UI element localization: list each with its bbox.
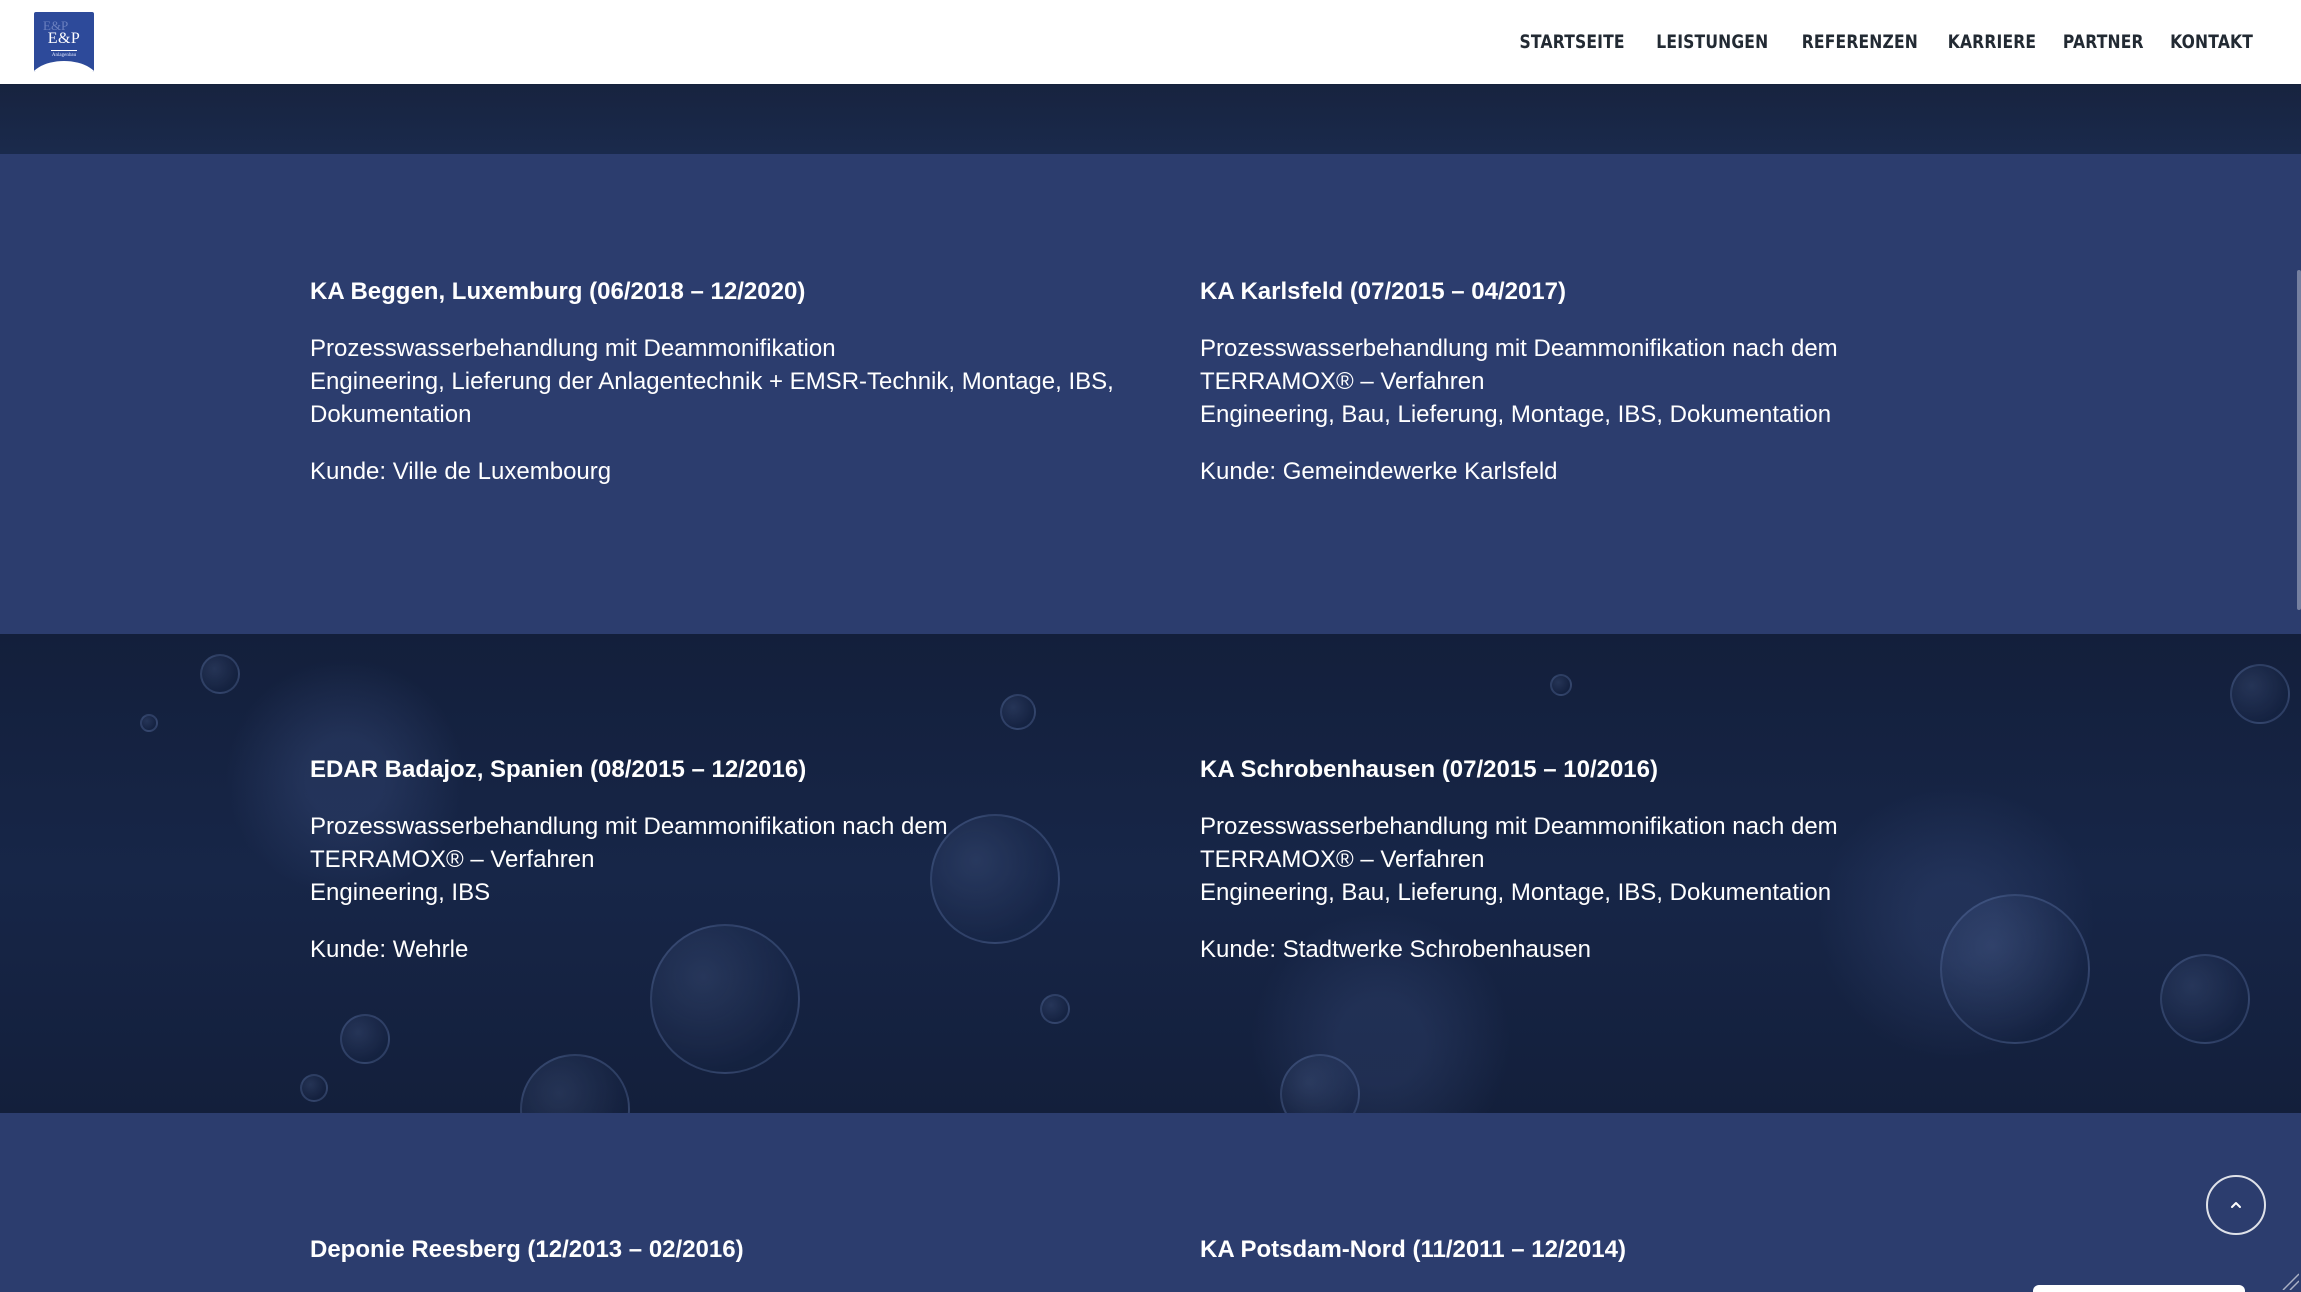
reference-row-2: EDAR Badajoz, Spanien (08/2015 – 12/2016… — [0, 634, 2301, 1113]
reference-description: Prozesswasserbehandlung mit Deammonifika… — [310, 810, 1010, 909]
reference-title: KA Schrobenhausen (07/2015 – 10/2016) — [1200, 756, 1658, 783]
reference-title: KA Potsdam-Nord (11/2011 – 12/2014) — [1200, 1236, 1626, 1263]
page-scrollbar[interactable] — [2297, 270, 2301, 610]
bubble-decoration — [2160, 954, 2250, 1044]
reference-card: KA Beggen, Luxemburg (06/2018 – 12/2020)… — [310, 276, 1130, 488]
reference-description: Prozesswasserbehandlung mit Deammonifika… — [310, 332, 1130, 431]
reference-card: Deponie Reesberg (12/2013 – 02/2016) — [310, 1234, 1130, 1266]
bubble-decoration — [1940, 894, 2090, 1044]
bubble-decoration — [2230, 664, 2290, 724]
reference-line: Prozesswasserbehandlung mit Deammonifika… — [310, 335, 836, 362]
bubble-decoration — [300, 1074, 328, 1102]
nav-item-referenzen[interactable]: Referenzen — [1801, 31, 1917, 53]
reference-description: Prozesswasserbehandlung mit Deammonifika… — [1200, 810, 1900, 909]
logo-text: E&P — [47, 30, 81, 47]
main-navigation: Startseite Leistungen Referenzen Karrier… — [1516, 0, 2254, 84]
reference-description: Prozesswasserbehandlung mit Deammonifika… — [1200, 332, 1900, 431]
reference-line: Engineering, Lieferung der Anlagentechni… — [310, 368, 1114, 428]
logo-wave-shape — [34, 61, 94, 72]
reference-client: Kunde: Stadtwerke Schrobenhausen — [1200, 936, 1591, 963]
bubble-decoration — [1280, 1054, 1360, 1113]
site-header: E&P E&P Anlagenbau Startseite Leistungen… — [0, 0, 2301, 84]
company-logo[interactable]: E&P E&P Anlagenbau — [34, 12, 94, 72]
reference-line: Engineering, Bau, Lieferung, Montage, IB… — [1200, 401, 1832, 428]
bubble-decoration — [1550, 674, 1572, 696]
reference-title: Deponie Reesberg (12/2013 – 02/2016) — [310, 1236, 744, 1263]
logo-subtext: Anlagenbau — [51, 53, 77, 58]
reference-title: KA Beggen, Luxemburg (06/2018 – 12/2020) — [310, 278, 806, 305]
reference-card: KA Potsdam-Nord (11/2011 – 12/2014) — [1200, 1234, 2020, 1266]
bubble-decoration — [1040, 994, 1070, 1024]
reference-client: Kunde: Gemeindewerke Karlsfeld — [1200, 458, 1558, 485]
bubble-decoration — [200, 654, 240, 694]
nav-item-kontakt[interactable]: Kontakt — [2170, 31, 2253, 53]
reference-line: Prozesswasserbehandlung mit Deammonifika… — [310, 813, 948, 873]
bubble-decoration — [1000, 694, 1036, 730]
reference-client: Kunde: Wehrle — [310, 936, 469, 963]
bubble-decoration — [520, 1054, 630, 1113]
reference-line: Prozesswasserbehandlung mit Deammonifika… — [1200, 335, 1838, 395]
reference-title: KA Karlsfeld (07/2015 – 04/2017) — [1200, 278, 1566, 305]
scroll-to-top-button[interactable] — [2206, 1175, 2266, 1235]
reference-row-3: Deponie Reesberg (12/2013 – 02/2016) KA … — [0, 1113, 2301, 1292]
bubble-decoration — [140, 714, 158, 732]
reference-line: Prozesswasserbehandlung mit Deammonifika… — [1200, 813, 1838, 873]
nav-item-leistungen[interactable]: Leistungen — [1656, 31, 1768, 53]
reference-card: KA Schrobenhausen (07/2015 – 10/2016) Pr… — [1200, 754, 1900, 966]
reference-line: Engineering, IBS — [310, 879, 491, 906]
reference-card: KA Karlsfeld (07/2015 – 04/2017) Prozess… — [1200, 276, 1900, 488]
hero-band-bottom — [0, 84, 2301, 154]
bottom-widget-tab[interactable] — [2033, 1285, 2245, 1292]
nav-item-partner[interactable]: Partner — [2063, 31, 2144, 53]
reference-client: Kunde: Ville de Luxembourg — [310, 458, 612, 485]
nav-item-karriere[interactable]: Karriere — [1948, 31, 2037, 53]
reference-card: EDAR Badajoz, Spanien (08/2015 – 12/2016… — [310, 754, 1010, 966]
logo-divider — [51, 50, 77, 51]
reference-title: EDAR Badajoz, Spanien (08/2015 – 12/2016… — [310, 756, 807, 783]
resize-corner-icon — [2282, 1273, 2299, 1290]
nav-item-startseite[interactable]: Startseite — [1519, 31, 1624, 53]
bubble-decoration — [340, 1014, 390, 1064]
reference-line: Engineering, Bau, Lieferung, Montage, IB… — [1200, 879, 1832, 906]
chevron-up-icon — [2231, 1202, 2241, 1208]
reference-row-1: KA Beggen, Luxemburg (06/2018 – 12/2020)… — [0, 154, 2301, 634]
